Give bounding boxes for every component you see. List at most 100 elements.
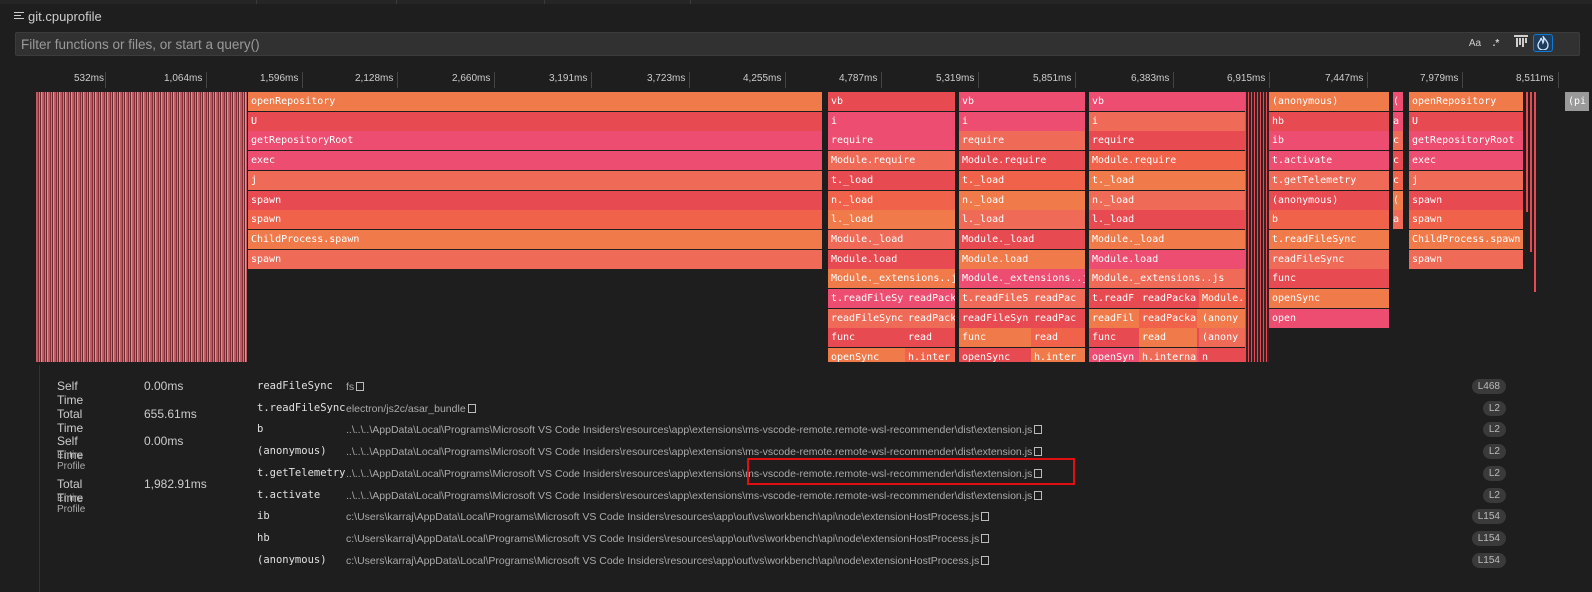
copy-icon[interactable]: [981, 555, 990, 565]
stack-row[interactable]: readFileSync fs L468: [257, 377, 1517, 397]
flame-frame[interactable]: readFileSync: [1269, 249, 1389, 269]
flame-frame[interactable]: spawn: [1409, 210, 1523, 230]
flame-frame[interactable]: vb: [1089, 92, 1245, 111]
flame-frame[interactable]: readPack: [905, 308, 955, 328]
flame-frame[interactable]: openRepository: [1409, 92, 1523, 111]
flame-frame[interactable]: t.activate: [1269, 151, 1389, 171]
flame-frame[interactable]: (anonymous): [1269, 190, 1389, 210]
file-link[interactable]: fs: [346, 381, 365, 393]
flame-frame[interactable]: t._load: [1089, 170, 1245, 190]
flame-frame[interactable]: Module.: [1199, 289, 1245, 308]
flame-frame[interactable]: (pi: [1565, 92, 1589, 111]
flame-frame[interactable]: a: [1393, 210, 1403, 230]
flame-frame[interactable]: Module.load: [828, 249, 955, 269]
flame-frame[interactable]: func: [1269, 269, 1389, 289]
flame-frame[interactable]: Module.require: [959, 151, 1085, 171]
flame-frame[interactable]: Module.load: [959, 249, 1085, 269]
flame-frame[interactable]: Module._load: [1089, 229, 1245, 249]
flame-frame[interactable]: read: [1139, 328, 1197, 348]
flame-frame[interactable]: readPack: [905, 289, 955, 308]
flame-frame[interactable]: n: [1199, 348, 1245, 362]
flame-frame[interactable]: spawn: [1409, 249, 1523, 269]
bottom-up-icon[interactable]: [1511, 35, 1531, 53]
flame-frame[interactable]: ChildProcess.spawn: [248, 229, 822, 249]
flame-frame[interactable]: (anony: [1199, 308, 1245, 328]
flame-graph[interactable]: openRepository UgetRepositoryRoot exec j spa…: [36, 92, 1592, 362]
flame-frame[interactable]: (: [1393, 190, 1403, 210]
stack-row[interactable]: (anonymous) c:\Users\karraj\AppData\Local…: [257, 551, 1517, 571]
flame-frame[interactable]: h.interna: [1139, 348, 1197, 362]
flame-frame[interactable]: spawn: [1409, 190, 1523, 210]
flame-frame[interactable]: Module._extensions..js: [1089, 269, 1245, 289]
flame-frame[interactable]: getRepositoryRoot: [1409, 131, 1523, 151]
flame-frame[interactable]: require: [959, 131, 1085, 151]
file-link[interactable]: ..\..\..\AppData\Local\Programs\Microsof…: [346, 490, 1043, 502]
flame-frame[interactable]: n._load: [1089, 190, 1245, 210]
flame-frame[interactable]: require: [1089, 131, 1245, 151]
flame-frame[interactable]: (: [1393, 92, 1403, 111]
flame-frame[interactable]: l._load: [1089, 210, 1245, 230]
flame-frame[interactable]: c: [1393, 151, 1403, 171]
flame-frame[interactable]: read: [905, 328, 955, 348]
flame-frame[interactable]: U: [248, 111, 822, 131]
file-link[interactable]: electron/js2c/asar_bundle: [346, 403, 476, 415]
copy-icon[interactable]: [356, 382, 365, 391]
copy-icon[interactable]: [981, 533, 990, 543]
flame-frame[interactable]: t.getTelemetry: [1269, 170, 1389, 190]
file-link[interactable]: c:\Users\karraj\AppData\Local\Programs\M…: [346, 511, 990, 523]
flame-frame[interactable]: exec: [1409, 151, 1523, 171]
file-link[interactable]: c:\Users\karraj\AppData\Local\Programs\M…: [346, 555, 990, 567]
flame-frame[interactable]: t.readFileSync: [1269, 229, 1389, 249]
flame-frame[interactable]: vb: [959, 92, 1085, 111]
flame-frame[interactable]: openRepository: [248, 92, 822, 111]
stack-row[interactable]: t.activate ..\..\..\AppData\Local\Program…: [257, 486, 1517, 506]
flame-frame[interactable]: a: [1393, 111, 1403, 131]
flame-frame[interactable]: U: [1409, 111, 1523, 131]
flame-frame[interactable]: openSync: [1269, 289, 1389, 308]
regex-button[interactable]: .*: [1486, 35, 1506, 53]
flame-frame[interactable]: require: [828, 131, 955, 151]
flame-frame[interactable]: spawn: [248, 210, 822, 230]
flame-frame[interactable]: l._load: [959, 210, 1085, 230]
flame-frame[interactable]: readPacka: [1139, 289, 1197, 308]
flame-frame[interactable]: readPac: [1031, 308, 1085, 328]
flame-frame[interactable]: spawn: [248, 249, 822, 269]
flame-frame[interactable]: l._load: [828, 210, 955, 230]
flame-frame[interactable]: (anony: [1199, 328, 1245, 348]
stack-row[interactable]: ib c:\Users\karraj\AppData\Local\Programs…: [257, 507, 1517, 527]
filter-input[interactable]: [16, 33, 1446, 55]
flame-frame[interactable]: c: [1393, 170, 1403, 190]
flame-frame[interactable]: ib: [1269, 131, 1389, 151]
flame-frame[interactable]: n._load: [959, 190, 1085, 210]
copy-icon[interactable]: [1034, 490, 1043, 500]
file-title[interactable]: git.cpuprofile: [28, 9, 102, 24]
flame-frame[interactable]: ChildProcess.spawn: [1409, 229, 1523, 249]
flame-frame[interactable]: Module._load: [828, 229, 955, 249]
flame-frame[interactable]: hb: [1269, 111, 1389, 131]
flame-frame[interactable]: Module._extensions..js: [828, 269, 955, 289]
flame-frame[interactable]: exec: [248, 151, 822, 171]
flame-frame[interactable]: n._load: [828, 190, 955, 210]
flame-frame[interactable]: i: [959, 111, 1085, 131]
file-link[interactable]: c:\Users\karraj\AppData\Local\Programs\M…: [346, 533, 990, 545]
file-link[interactable]: ..\..\..\AppData\Local\Programs\Microsof…: [346, 424, 1043, 436]
flame-frame[interactable]: i: [1089, 111, 1245, 131]
flame-frame[interactable]: (anonymous): [1269, 92, 1389, 111]
flame-frame[interactable]: h.inter: [1031, 348, 1085, 362]
flame-frame[interactable]: readPac: [1031, 289, 1085, 308]
flame-frame[interactable]: Module._load: [959, 229, 1085, 249]
flame-frame[interactable]: c: [1393, 131, 1403, 151]
stack-row[interactable]: hb c:\Users\karraj\AppData\Local\Programs…: [257, 529, 1517, 549]
flame-frame[interactable]: getRepositoryRoot: [248, 131, 822, 151]
flame-frame[interactable]: readPacka: [1139, 308, 1197, 328]
file-link[interactable]: ..\..\..\AppData\Local\Programs\Microsof…: [346, 446, 1043, 458]
flame-frame[interactable]: Module.require: [828, 151, 955, 171]
flame-frame[interactable]: open: [1269, 308, 1389, 328]
copy-icon[interactable]: [1034, 447, 1043, 457]
stack-row[interactable]: b ..\..\..\AppData\Local\Programs\Microso…: [257, 420, 1517, 440]
flame-frame[interactable]: Module.load: [1089, 249, 1245, 269]
flame-frame[interactable]: h.inter: [905, 348, 955, 362]
flame-frame[interactable]: read: [1031, 328, 1085, 348]
flame-frame[interactable]: t._load: [828, 170, 955, 190]
flame-frame[interactable]: i: [828, 111, 955, 131]
